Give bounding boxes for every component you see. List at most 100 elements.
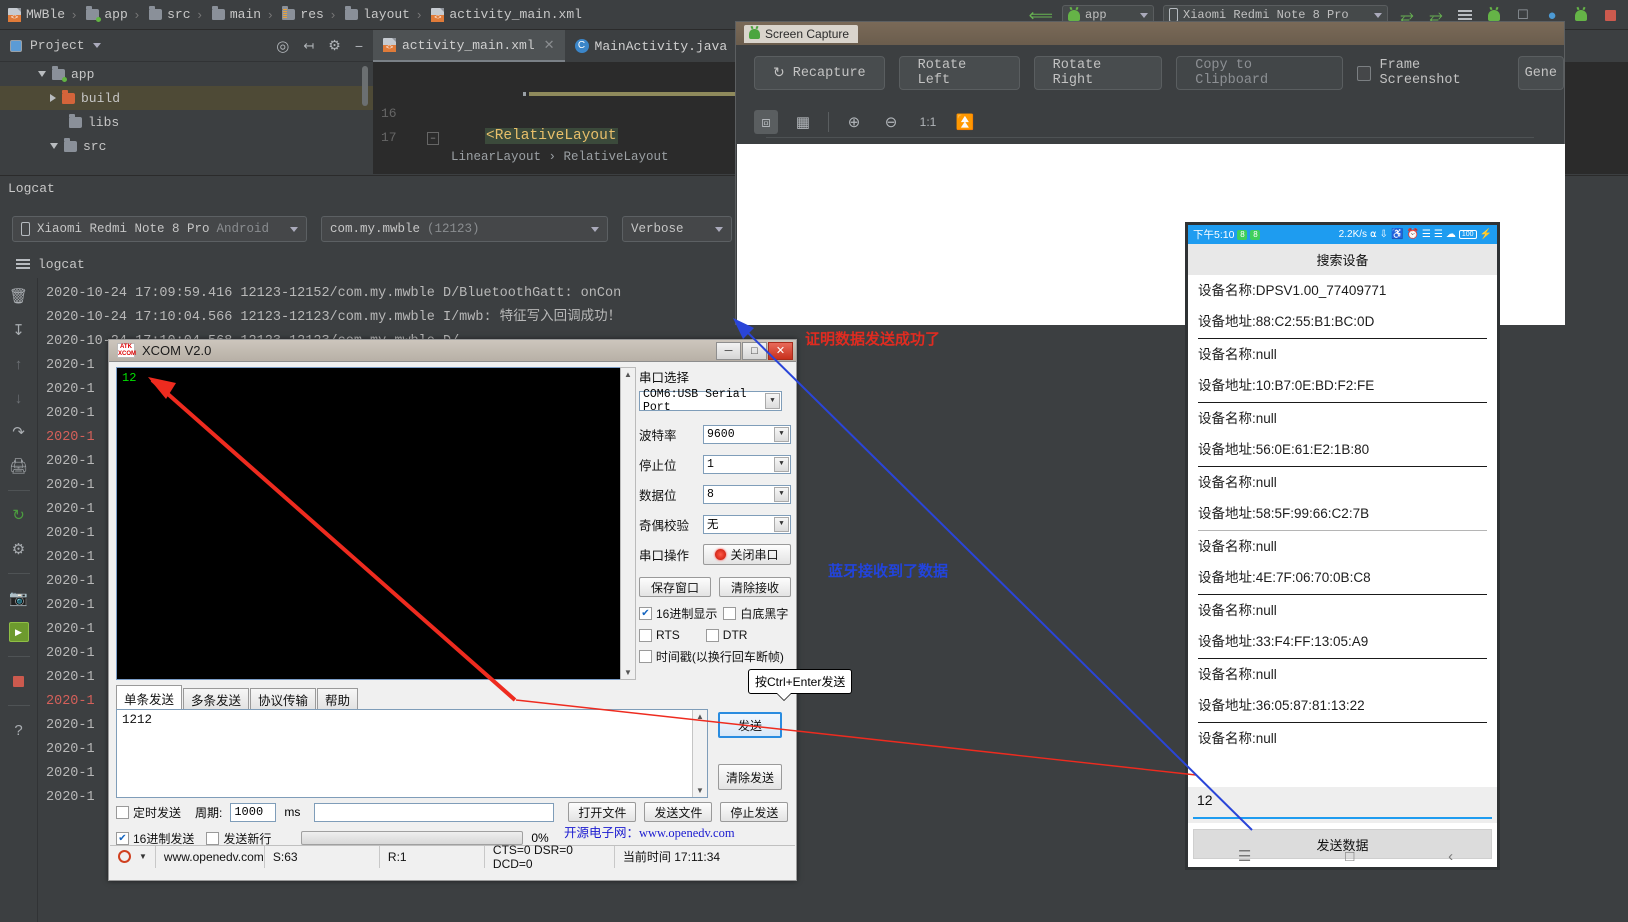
screenshot-icon[interactable]: 📷	[9, 588, 29, 608]
device-list-item[interactable]: 设备名称:null	[1188, 723, 1497, 754]
rts-checkbox[interactable]: RTS	[639, 628, 680, 642]
tab-single-send[interactable]: 单条发送	[116, 685, 183, 710]
actual-size-icon[interactable]: 1:1	[916, 110, 940, 134]
chevron-down-icon[interactable]	[38, 71, 46, 77]
rotate-left-button[interactable]: Rotate Left	[898, 56, 1020, 90]
device-list-item[interactable]: 设备名称:null 设备地址:58:5F:99:66:C2:7B	[1188, 467, 1497, 531]
xcom-receive-area[interactable]: 12	[116, 367, 626, 680]
project-tree-scrollbar[interactable]	[362, 66, 368, 106]
serial-port-select[interactable]: COM6:USB Serial Port ▼	[639, 388, 782, 414]
fit-icon[interactable]: ⧈	[754, 110, 778, 134]
gear-icon[interactable]: ⚙	[328, 37, 341, 54]
stop-icon[interactable]	[9, 671, 29, 691]
openedv-link[interactable]: 开源电子网：www.openedv.com	[564, 822, 735, 841]
stop-bits-select[interactable]: 1 ▼	[703, 454, 791, 474]
minimize-icon[interactable]: ─	[716, 341, 741, 360]
white-bg-checkbox[interactable]: 白底黑字	[723, 605, 788, 622]
trash-icon[interactable]: 🗑	[9, 286, 29, 306]
xcom-send-textarea[interactable]: 1212 ▲ ▼	[116, 709, 708, 798]
recapture-button[interactable]: ↻ Recapture	[754, 56, 885, 90]
chevron-down-icon[interactable]: ▼	[774, 516, 789, 532]
receive-scrollbar[interactable]: ▲ ▼	[620, 367, 636, 680]
tab-multi-send[interactable]: 多条发送	[183, 688, 250, 710]
tab-activity-main-xml[interactable]: activity_main.xml ✕	[373, 30, 565, 62]
chevron-down-icon[interactable]: ▼	[139, 852, 147, 861]
send-button[interactable]: 发送	[718, 712, 782, 738]
tree-item-libs[interactable]: libs	[0, 110, 373, 134]
grid-icon[interactable]: ▦	[791, 110, 815, 134]
device-list-item[interactable]: 设备名称:null 设备地址:10:B7:0E:BD:F2:FE	[1188, 339, 1497, 403]
generate-button[interactable]: Gene	[1517, 56, 1564, 90]
hex-send-checkbox[interactable]: 16进制发送	[116, 830, 194, 847]
logcat-level-selector[interactable]: Verbose	[622, 216, 732, 242]
logcat-device-selector[interactable]: Xiaomi Redmi Note 8 Pro Android	[12, 216, 307, 242]
breadcrumb-item-layout[interactable]: layout ›	[341, 6, 427, 22]
period-input[interactable]: 1000	[230, 802, 277, 822]
settings-icon[interactable]: ⚙	[9, 539, 29, 559]
save-window-button[interactable]: 保存窗口	[639, 577, 711, 597]
data-input-row[interactable]: 12	[1188, 787, 1497, 823]
file-path-input[interactable]	[314, 802, 555, 822]
frame-screenshot-checkbox[interactable]: Frame Screenshot	[1356, 58, 1500, 88]
device-list[interactable]: 设备名称:DPSV1.00_77409771 设备地址:88:C2:55:B1:B…	[1188, 275, 1497, 787]
chevron-down-icon[interactable]: ▼	[774, 486, 789, 502]
device-list-item[interactable]: 设备名称:null 设备地址:36:05:87:81:13:22	[1188, 659, 1497, 723]
timestamp-checkbox[interactable]: 时间戳(以换行回车断帧)	[639, 648, 791, 665]
maximize-icon[interactable]: □	[742, 341, 767, 360]
code-breadcrumb[interactable]: LinearLayout › RelativeLayout	[451, 150, 669, 164]
scroll-down-icon[interactable]: ▼	[621, 666, 635, 679]
data-bits-select[interactable]: 8 ▼	[703, 484, 791, 504]
project-tree[interactable]: app build libs src	[0, 62, 373, 174]
dtr-checkbox[interactable]: DTR	[705, 628, 747, 642]
collapse-all-icon[interactable]: ↤	[303, 38, 314, 54]
copy-to-clipboard-button[interactable]: Copy to Clipboard	[1176, 56, 1343, 90]
breadcrumb-item-activity-main-xml[interactable]: activity_main.xml	[427, 7, 586, 22]
chevron-down-icon[interactable]: ▼	[774, 426, 789, 442]
tab-mainactivity-java[interactable]: C MainActivity.java	[565, 30, 738, 62]
tab-protocol-transfer[interactable]: 协议传输	[250, 688, 317, 710]
breadcrumb-item-src[interactable]: src ›	[145, 6, 208, 22]
device-list-item[interactable]: 设备名称:DPSV1.00_77409771 设备地址:88:C2:55:B1:B…	[1188, 275, 1497, 339]
back-icon[interactable]: ‹	[1448, 848, 1453, 865]
status-indicator[interactable]: ▼	[110, 846, 155, 868]
baud-rate-select[interactable]: 9600 ▼	[703, 424, 791, 444]
breadcrumb-item-main[interactable]: main ›	[208, 6, 279, 22]
chevron-right-icon[interactable]	[50, 94, 56, 102]
restart-icon[interactable]: ↻	[9, 505, 29, 525]
scroll-down-icon[interactable]: ▼	[693, 784, 707, 797]
parity-select[interactable]: 无 ▼	[703, 514, 791, 534]
xcom-titlebar[interactable]: ATK XCOM XCOM V2.0 ─ □ ✕	[109, 340, 796, 362]
device-list-item[interactable]: 设备名称:null 设备地址:56:0E:61:E2:1B:80	[1188, 403, 1497, 467]
minimize-icon[interactable]: −	[355, 38, 363, 54]
send-newline-checkbox[interactable]: 发送新行	[206, 830, 271, 847]
send-file-button[interactable]: 发送文件	[644, 802, 713, 822]
device-list-item[interactable]: 设备名称:null 设备地址:4E:7F:06:70:0B:C8	[1188, 531, 1497, 595]
chevron-down-icon[interactable]: ▼	[774, 456, 789, 472]
device-list-item[interactable]: 设备名称:null 设备地址:33:F4:FF:13:05:A9	[1188, 595, 1497, 659]
open-file-button[interactable]: 打开文件	[568, 802, 637, 822]
clear-receive-button[interactable]: 清除接收	[719, 577, 791, 597]
breadcrumb-item-app[interactable]: app ›	[82, 6, 145, 22]
tree-item-src[interactable]: src	[0, 134, 373, 158]
data-input-value[interactable]: 12	[1197, 792, 1213, 808]
close-icon[interactable]: ✕	[544, 38, 555, 53]
fit-window-icon[interactable]: ⏫	[953, 110, 977, 134]
run-icon[interactable]: ▶	[8, 622, 29, 642]
tree-item-build[interactable]: build	[0, 86, 373, 110]
scroll-up-icon[interactable]: ▲	[621, 368, 635, 381]
stop-send-button[interactable]: 停止发送	[720, 802, 789, 822]
chevron-down-icon[interactable]: ▼	[765, 393, 780, 409]
recents-icon[interactable]: ☰	[1238, 847, 1251, 865]
breadcrumb-item-res[interactable]: res ›	[278, 6, 341, 22]
breadcrumb-item-mwble[interactable]: MWBle ›	[4, 7, 82, 22]
chevron-down-icon[interactable]	[92, 43, 101, 48]
up-arrow-icon[interactable]: ↑	[9, 354, 29, 374]
tree-item-app[interactable]: app	[0, 62, 373, 86]
clear-send-button[interactable]: 清除发送	[718, 764, 782, 790]
print-icon[interactable]: 🖨	[9, 456, 29, 476]
timed-send-checkbox[interactable]: 定时发送	[116, 804, 181, 821]
close-icon[interactable]: ✕	[768, 341, 793, 360]
chevron-down-icon[interactable]	[50, 143, 58, 149]
rotate-right-button[interactable]: Rotate Right	[1033, 56, 1163, 90]
scroll-up-icon[interactable]: ▲	[693, 710, 707, 723]
